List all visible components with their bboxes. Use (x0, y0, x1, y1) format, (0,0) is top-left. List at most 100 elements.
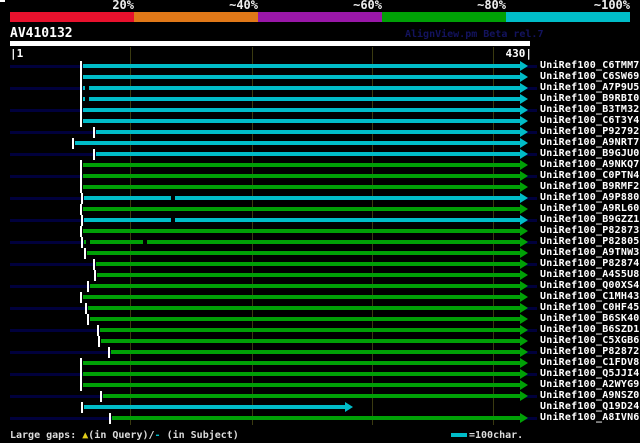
hit-arrowhead-icon[interactable] (520, 248, 528, 258)
hit-arrowhead-icon[interactable] (520, 61, 528, 71)
hit-start-tick (80, 83, 82, 94)
alignment-bar[interactable] (75, 141, 520, 145)
hit-start-tick (80, 160, 82, 171)
alignment-bar[interactable] (100, 328, 520, 332)
hit-arrowhead-icon[interactable] (520, 270, 528, 280)
alignment-bar[interactable] (83, 229, 520, 233)
alignment-bar[interactable] (83, 86, 520, 90)
hit-start-tick (80, 182, 82, 193)
alignment-bar[interactable] (84, 240, 520, 244)
hit-arrowhead-icon[interactable] (520, 127, 528, 137)
hit-arrowhead-icon[interactable] (520, 314, 528, 324)
hit-arrowhead-icon[interactable] (520, 369, 528, 379)
alignment-bar[interactable] (112, 416, 520, 420)
hit-start-tick (81, 237, 83, 248)
hit-start-tick (72, 138, 74, 149)
alignment-bar[interactable] (84, 196, 520, 200)
hit-arrowhead-icon[interactable] (520, 83, 528, 93)
hit-arrowhead-icon[interactable] (345, 402, 353, 412)
alignment-bar[interactable] (83, 361, 520, 365)
hit-start-tick (81, 193, 83, 204)
hit-start-tick (84, 248, 86, 259)
hit-arrowhead-icon[interactable] (520, 149, 528, 159)
gap-marker (86, 240, 90, 244)
alignment-bar[interactable] (84, 405, 345, 409)
alignment-bar[interactable] (90, 317, 520, 321)
hit-arrowhead-icon[interactable] (520, 336, 528, 346)
hit-arrowhead-icon[interactable] (520, 204, 528, 214)
hit-start-tick (93, 127, 95, 138)
alignment-bar[interactable] (96, 152, 520, 156)
alignment-bar[interactable] (84, 218, 520, 222)
hit-start-tick (80, 226, 82, 237)
hit-arrowhead-icon[interactable] (520, 358, 528, 368)
hit-arrowhead-icon[interactable] (520, 105, 528, 115)
hit-start-tick (80, 380, 82, 391)
ruler-gridline (372, 47, 373, 425)
large-gaps-label: Large gaps: (10, 430, 83, 441)
alignment-bar[interactable] (97, 273, 520, 277)
alignment-bar[interactable] (83, 372, 520, 376)
hit-arrowhead-icon[interactable] (520, 259, 528, 269)
hit-start-tick (97, 325, 99, 336)
hit-arrowhead-icon[interactable] (520, 325, 528, 335)
alignment-bar[interactable] (96, 262, 520, 266)
hit-start-tick (80, 105, 82, 116)
hit-arrowhead-icon[interactable] (520, 138, 528, 148)
hit-arrowhead-icon[interactable] (520, 193, 528, 203)
gap-marker (85, 97, 89, 101)
alignment-bar[interactable] (83, 174, 520, 178)
hit-arrowhead-icon[interactable] (520, 303, 528, 313)
hit-arrowhead-icon[interactable] (520, 215, 528, 225)
hit-start-tick (93, 259, 95, 270)
scale-legend-swatch (451, 433, 467, 437)
alignment-bar[interactable] (83, 383, 520, 387)
alignment-bar[interactable] (83, 163, 520, 167)
alignment-plot: UniRef100_C6TMM7 UniRef100_C6SW69 UniRef10… (0, 0, 640, 443)
hit-start-tick (80, 358, 82, 369)
alignment-bar[interactable] (83, 119, 520, 123)
alignment-bar[interactable] (101, 339, 520, 343)
hit-arrowhead-icon[interactable] (520, 380, 528, 390)
hit-arrowhead-icon[interactable] (520, 94, 528, 104)
hit-start-tick (80, 72, 82, 83)
hit-arrowhead-icon[interactable] (520, 116, 528, 126)
alignment-bar[interactable] (103, 394, 520, 398)
alignment-bar[interactable] (83, 185, 520, 189)
gap-marker (171, 196, 175, 200)
gap-marker (171, 218, 175, 222)
hit-arrowhead-icon[interactable] (520, 160, 528, 170)
hit-arrowhead-icon[interactable] (520, 182, 528, 192)
hit-start-tick (108, 347, 110, 358)
hit-arrowhead-icon[interactable] (520, 281, 528, 291)
hit-arrowhead-icon[interactable] (520, 171, 528, 181)
hit-arrowhead-icon[interactable] (520, 72, 528, 82)
gap-marker (143, 240, 147, 244)
hit-arrowhead-icon[interactable] (520, 391, 528, 401)
hit-start-tick (80, 94, 82, 105)
hit-start-tick (87, 314, 89, 325)
alignment-bar[interactable] (96, 130, 520, 134)
hit-start-tick (80, 292, 82, 303)
alignment-bar[interactable] (90, 284, 520, 288)
alignment-bar[interactable] (83, 75, 520, 79)
hit-arrowhead-icon[interactable] (520, 237, 528, 247)
ruler-gridline (130, 47, 131, 425)
hit-arrowhead-icon[interactable] (520, 292, 528, 302)
alignment-bar[interactable] (87, 251, 520, 255)
alignment-bar[interactable] (83, 64, 520, 68)
hit-start-tick (85, 303, 87, 314)
hit-arrowhead-icon[interactable] (520, 413, 528, 423)
alignment-bar[interactable] (83, 108, 520, 112)
scale-legend-label: =100char. (469, 430, 524, 441)
hit-start-tick (80, 116, 82, 127)
hit-start-tick (81, 402, 83, 413)
alignment-bar[interactable] (83, 97, 520, 101)
hit-arrowhead-icon[interactable] (520, 226, 528, 236)
alignment-bar[interactable] (83, 295, 520, 299)
hit-arrowhead-icon[interactable] (520, 347, 528, 357)
hit-label[interactable]: UniRef100_A8IVN6 (540, 412, 640, 424)
alignment-bar[interactable] (111, 350, 520, 354)
alignment-bar[interactable] (88, 306, 520, 310)
alignment-bar[interactable] (83, 207, 520, 211)
